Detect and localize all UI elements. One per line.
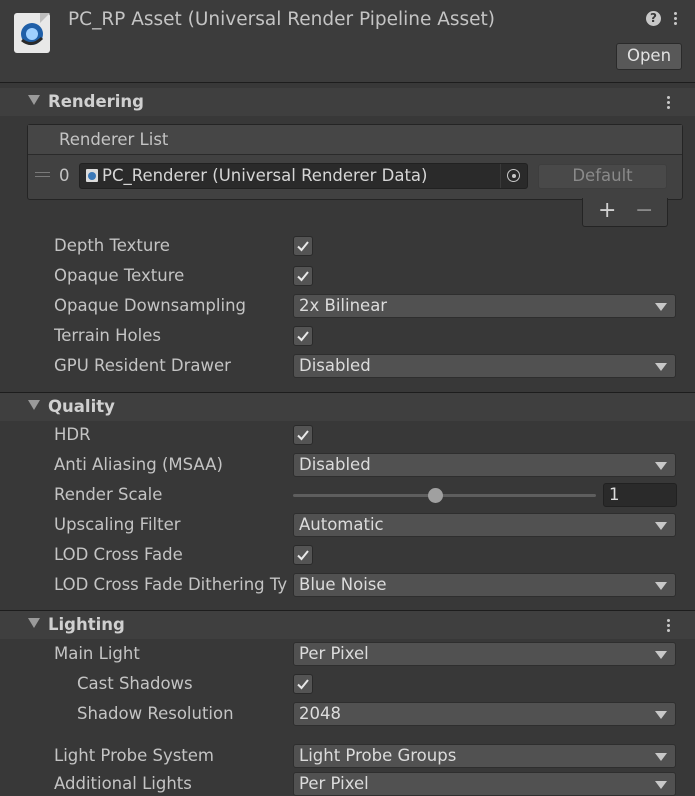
section-menu-icon[interactable] bbox=[667, 96, 671, 111]
light-probe-system-dropdown[interactable]: Light Probe Groups bbox=[293, 744, 676, 768]
renderer-index: 0 bbox=[59, 166, 70, 185]
msaa-label: Anti Aliasing (MSAA) bbox=[54, 455, 223, 474]
renderer-list-header: Renderer List bbox=[28, 125, 682, 155]
dropdown-value: Per Pixel bbox=[299, 644, 369, 663]
kebab-menu-icon[interactable] bbox=[674, 12, 678, 27]
msaa-dropdown[interactable]: Disabled bbox=[293, 453, 676, 477]
dropdown-arrow-icon bbox=[655, 363, 667, 371]
shadow-resolution-dropdown[interactable]: 2048 bbox=[293, 702, 676, 726]
dropdown-value: Per Pixel bbox=[299, 774, 369, 793]
drag-handle-icon[interactable] bbox=[35, 172, 50, 180]
gpu-resident-drawer-label: GPU Resident Drawer bbox=[54, 356, 231, 375]
render-scale-slider-thumb[interactable] bbox=[428, 488, 443, 503]
renderer-object-field[interactable]: PC_Renderer (Universal Renderer Data) bbox=[79, 163, 528, 189]
open-button[interactable]: Open bbox=[616, 43, 682, 70]
terrain-holes-checkbox[interactable] bbox=[293, 326, 313, 346]
dropdown-value: 2048 bbox=[299, 704, 341, 723]
depth-texture-label: Depth Texture bbox=[54, 236, 170, 255]
lod-cross-fade-label: LOD Cross Fade bbox=[54, 545, 183, 564]
cast-shadows-checkbox[interactable] bbox=[293, 674, 313, 694]
inspector-header: PC_RP Asset (Universal Render Pipeline A… bbox=[0, 0, 695, 82]
renderer-object-value: PC_Renderer (Universal Renderer Data) bbox=[102, 166, 428, 185]
hdr-checkbox[interactable] bbox=[293, 425, 313, 445]
dropdown-arrow-icon bbox=[655, 582, 667, 590]
opaque-downsampling-label: Opaque Downsampling bbox=[54, 296, 247, 315]
foldout-arrow-icon[interactable] bbox=[28, 95, 40, 105]
checkmark-icon bbox=[297, 241, 309, 252]
renderer-list-title: Renderer List bbox=[59, 130, 169, 149]
dropdown-value: Blue Noise bbox=[299, 575, 387, 594]
render-scale-input[interactable]: 1 bbox=[603, 483, 677, 507]
main-light-label: Main Light bbox=[54, 644, 140, 663]
add-renderer-button[interactable]: + bbox=[598, 198, 616, 223]
dropdown-arrow-icon bbox=[655, 651, 667, 659]
upscaling-filter-label: Upscaling Filter bbox=[54, 515, 181, 534]
foldout-arrow-icon[interactable] bbox=[28, 400, 40, 410]
object-picker-icon[interactable] bbox=[507, 169, 520, 182]
section-quality-header[interactable]: Quality bbox=[0, 393, 695, 421]
main-light-dropdown[interactable]: Per Pixel bbox=[293, 642, 676, 666]
urp-asset-icon bbox=[14, 13, 50, 53]
additional-lights-label: Additional Lights bbox=[54, 774, 192, 793]
section-rendering-title: Rendering bbox=[48, 92, 144, 111]
foldout-arrow-icon[interactable] bbox=[28, 618, 40, 628]
asset-title: PC_RP Asset (Universal Render Pipeline A… bbox=[68, 9, 496, 30]
dropdown-value: Disabled bbox=[299, 356, 371, 375]
renderer-data-icon bbox=[86, 169, 98, 182]
lod-dither-dropdown[interactable]: Blue Noise bbox=[293, 573, 676, 597]
checkmark-icon bbox=[297, 271, 309, 282]
dropdown-value: Automatic bbox=[299, 515, 384, 534]
dropdown-arrow-icon bbox=[655, 462, 667, 470]
render-scale-label: Render Scale bbox=[54, 485, 163, 504]
lod-cross-fade-checkbox[interactable] bbox=[293, 545, 313, 565]
divider bbox=[0, 82, 695, 83]
checkmark-icon bbox=[297, 331, 309, 342]
depth-texture-checkbox[interactable] bbox=[293, 236, 313, 256]
dropdown-arrow-icon bbox=[655, 781, 667, 789]
dropdown-value: Disabled bbox=[299, 455, 371, 474]
checkmark-icon bbox=[297, 679, 309, 690]
cast-shadows-label: Cast Shadows bbox=[77, 674, 193, 693]
lod-dither-label: LOD Cross Fade Dithering Type bbox=[54, 575, 288, 594]
additional-lights-dropdown[interactable]: Per Pixel bbox=[293, 772, 676, 796]
upscaling-filter-dropdown[interactable]: Automatic bbox=[293, 513, 676, 537]
hdr-label: HDR bbox=[54, 425, 91, 444]
section-lighting-title: Lighting bbox=[48, 615, 125, 634]
dropdown-arrow-icon bbox=[655, 711, 667, 719]
gpu-resident-drawer-dropdown[interactable]: Disabled bbox=[293, 354, 676, 378]
terrain-holes-label: Terrain Holes bbox=[54, 326, 161, 345]
section-menu-icon[interactable] bbox=[667, 619, 671, 634]
list-add-remove: + − bbox=[582, 198, 668, 227]
shadow-resolution-label: Shadow Resolution bbox=[77, 704, 234, 723]
opaque-texture-checkbox[interactable] bbox=[293, 266, 313, 286]
dropdown-value: Light Probe Groups bbox=[299, 746, 457, 765]
section-lighting-header[interactable]: Lighting bbox=[0, 611, 695, 639]
checkmark-icon bbox=[297, 430, 309, 441]
light-probe-system-label: Light Probe System bbox=[54, 746, 214, 765]
render-scale-value: 1 bbox=[609, 485, 620, 504]
dropdown-arrow-icon bbox=[655, 522, 667, 530]
render-scale-slider-track[interactable] bbox=[293, 494, 596, 497]
section-rendering-header[interactable]: Rendering bbox=[0, 88, 695, 116]
help-icon[interactable]: ? bbox=[646, 11, 661, 26]
set-default-button[interactable]: Default bbox=[538, 164, 667, 189]
dropdown-value: 2x Bilinear bbox=[299, 296, 388, 315]
remove-renderer-button[interactable]: − bbox=[635, 198, 653, 223]
opaque-texture-label: Opaque Texture bbox=[54, 266, 185, 285]
opaque-downsampling-dropdown[interactable]: 2x Bilinear bbox=[293, 294, 676, 318]
dropdown-arrow-icon bbox=[655, 753, 667, 761]
section-quality-title: Quality bbox=[48, 397, 115, 416]
checkmark-icon bbox=[297, 550, 309, 561]
dropdown-arrow-icon bbox=[655, 303, 667, 311]
